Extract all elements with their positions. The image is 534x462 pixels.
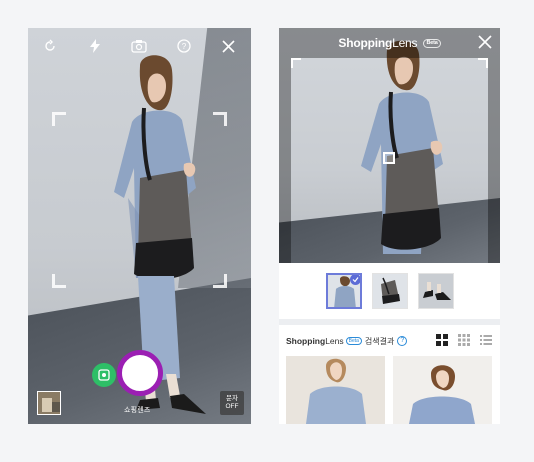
detected-items-strip [279, 263, 500, 319]
result-card[interactable] [393, 356, 492, 424]
focus-corner-bottom-left [52, 274, 66, 288]
results-beta-badge: Beta [345, 337, 362, 345]
large-grid-icon[interactable] [436, 333, 448, 346]
text-recognition-toggle[interactable]: 문자 OFF [220, 391, 244, 415]
app-title-bold: Shopping [338, 36, 393, 50]
thumb-shoes[interactable] [417, 273, 454, 309]
small-grid-icon[interactable] [458, 333, 470, 346]
help-icon[interactable]: ? [397, 336, 408, 346]
text-toggle-label: 문자 [226, 395, 238, 402]
focus-corner-top-right [213, 112, 227, 126]
results-title-bold: Shopping [286, 336, 326, 346]
help-icon[interactable]: ? [173, 35, 195, 57]
gallery-thumbnail[interactable] [37, 391, 61, 415]
view-mode-toggles [436, 333, 492, 346]
focus-corner-top-left [52, 112, 66, 126]
thumb-top[interactable] [325, 273, 362, 309]
results-title-light: Lens [325, 336, 344, 346]
shopping-lens-screen: ShoppingLens Beta ShoppingLens Beta 검색결과… [279, 28, 500, 424]
detected-item-hotspot[interactable] [383, 152, 395, 164]
text-toggle-state: OFF [225, 403, 239, 410]
section-divider [279, 319, 500, 325]
results-grid [279, 356, 500, 424]
selection-corner-top-left [291, 58, 301, 68]
selected-check-icon [349, 275, 360, 285]
beta-badge: Beta [423, 39, 441, 49]
model-photo-captured [361, 40, 443, 254]
close-icon[interactable] [218, 35, 240, 57]
svg-text:?: ? [182, 42, 187, 51]
app-title-light: Lens [392, 36, 418, 50]
captured-photo [279, 28, 500, 263]
app-title: ShoppingLens Beta [338, 36, 441, 50]
mode-label-active[interactable]: 쇼핑렌즈 [124, 405, 151, 415]
camera-toolbar: ? [28, 28, 251, 64]
close-icon[interactable] [476, 33, 494, 51]
shopping-lens-header: ShoppingLens Beta [279, 28, 500, 58]
results-title: ShoppingLens [286, 336, 344, 346]
switch-camera-icon[interactable] [128, 35, 150, 57]
thumb-bag[interactable] [371, 273, 408, 309]
shutter-button[interactable] [117, 350, 163, 396]
results-label: 검색결과 [364, 336, 395, 346]
selection-corner-top-right [478, 58, 488, 68]
focus-corner-bottom-right [213, 274, 227, 288]
list-icon[interactable] [480, 333, 492, 345]
camera-screen: ? 쇼핑렌즈 문자 OFF [28, 28, 251, 424]
page: ? 쇼핑렌즈 문자 OFF ShoppingLens Beta Shopping… [0, 0, 534, 462]
result-card[interactable] [286, 356, 385, 424]
shopping-lens-button[interactable] [92, 363, 116, 387]
flash-icon[interactable] [84, 35, 106, 57]
rotate-icon[interactable] [39, 35, 61, 57]
